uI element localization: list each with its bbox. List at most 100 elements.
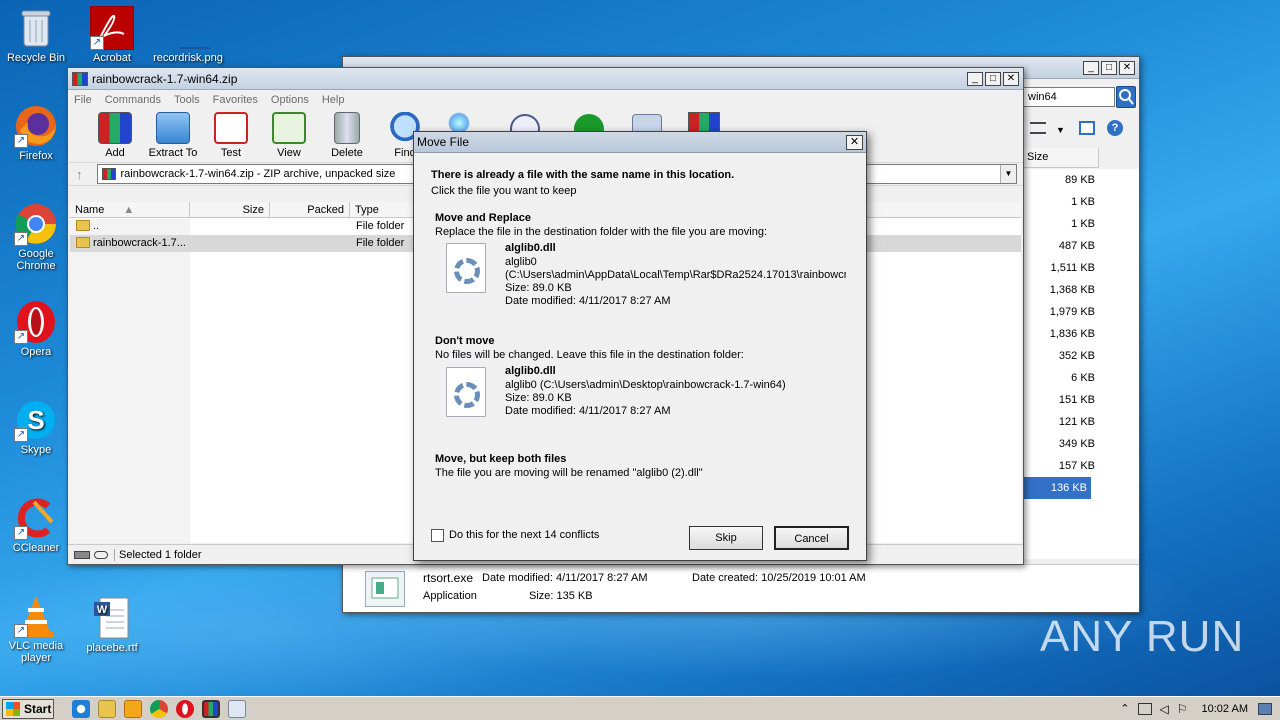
desktop-icon-chrome[interactable]: ↗ Google Chrome	[0, 202, 72, 272]
menu-options[interactable]: Options	[271, 94, 309, 106]
help-icon[interactable]: ?	[1107, 120, 1123, 136]
dont-move-option[interactable]: Don't move No files will be changed. Lea…	[428, 332, 848, 424]
dll-file-icon	[446, 243, 486, 293]
winrar-taskbar-icon[interactable]	[202, 699, 220, 718]
desktop-icon-recycle-bin[interactable]: Recycle Bin	[0, 6, 72, 64]
maximize-button[interactable]: □	[1101, 60, 1117, 75]
menu-tools[interactable]: Tools	[174, 94, 200, 106]
file-size-cell[interactable]: 151 KB	[1023, 389, 1139, 411]
minimize-button[interactable]: _	[967, 71, 983, 86]
clock[interactable]: 10:02 AM	[1202, 703, 1248, 715]
desktop-icon-ccleaner[interactable]: ↗ CCleaner	[0, 496, 72, 554]
file-size-cell[interactable]: 1 KB	[1023, 213, 1139, 235]
extract-to-button[interactable]: Extract To	[144, 110, 202, 159]
winrar-titlebar[interactable]: rainbowcrack-1.7-win64.zip _ □ ✕	[68, 68, 1023, 90]
move-and-replace-option[interactable]: Move and Replace Replace the file in the…	[428, 208, 848, 312]
file-explorer-icon[interactable]	[98, 699, 116, 718]
option-description: The file you are moving will be renamed …	[435, 467, 703, 479]
drive-icon	[74, 550, 90, 559]
conflicts-checkbox[interactable]	[431, 529, 444, 542]
menu-commands[interactable]: Commands	[105, 94, 161, 106]
details-type: Application	[423, 590, 477, 602]
close-button[interactable]: ✕	[1003, 71, 1019, 86]
search-icon[interactable]	[1116, 86, 1136, 108]
cancel-button[interactable]: Cancel	[774, 526, 849, 550]
opera-icon[interactable]	[176, 699, 194, 718]
volume-icon[interactable]: ◁	[1160, 702, 1169, 716]
dialog-subheading: Click the file you want to keep	[431, 185, 577, 197]
acrobat-icon: ↗	[89, 5, 135, 51]
recycle-bin-icon	[14, 6, 58, 50]
file-size-cell[interactable]: 1,511 KB	[1023, 257, 1139, 279]
desktop-icon-placebe[interactable]: W placebe.rtf	[76, 596, 148, 654]
desktop-icon-skype[interactable]: S ↗ Skype	[0, 398, 72, 456]
internet-explorer-icon[interactable]	[72, 699, 90, 718]
chrome-icon[interactable]	[150, 699, 168, 718]
file-size-cell[interactable]: 1,979 KB	[1023, 301, 1139, 323]
file-size-cell[interactable]: 1,368 KB	[1023, 279, 1139, 301]
column-header-size[interactable]: Size	[190, 202, 270, 217]
desktop-icon-label: CCleaner	[12, 542, 60, 554]
shortcut-arrow-icon: ↗	[14, 134, 28, 148]
file-size-cell[interactable]: 487 KB	[1023, 235, 1139, 257]
desktop-icon-firefox[interactable]: ↗ Firefox	[0, 104, 72, 162]
file-size-cell[interactable]: 136 KB	[1023, 477, 1091, 499]
menu-bar: File Commands Tools Favorites Options He…	[68, 90, 1023, 110]
action-center-flag-icon[interactable]: ⚐	[1177, 702, 1188, 716]
add-label: Add	[105, 147, 125, 159]
option-description: Replace the file in the destination fold…	[435, 226, 768, 238]
menu-help[interactable]: Help	[322, 94, 345, 106]
start-button[interactable]: Start	[2, 698, 54, 719]
view-button[interactable]: View	[260, 110, 318, 159]
desktop-icon-acrobat[interactable]: ↗ Acrobat	[76, 5, 148, 64]
test-button[interactable]: Test	[202, 110, 260, 159]
details-size: Size: 135 KB	[529, 590, 593, 602]
file-size-cell[interactable]: 89 KB	[1023, 169, 1139, 191]
dialog-titlebar[interactable]: Move File ✕	[414, 132, 866, 153]
up-arrow-icon[interactable]: ↑	[76, 167, 83, 182]
network-icon[interactable]	[1137, 702, 1152, 715]
explorer-search-input[interactable]: win64	[1023, 87, 1115, 107]
add-button[interactable]: Add	[86, 110, 144, 159]
close-button[interactable]: ✕	[846, 134, 863, 150]
details-created: Date created: 10/25/2019 10:01 AM	[692, 572, 866, 584]
move-file-dialog[interactable]: Move File ✕ There is already a file with…	[413, 131, 867, 561]
option-title: Don't move	[435, 335, 495, 347]
desktop-icon-opera[interactable]: ↗ Opera	[0, 300, 72, 358]
file-size-cell[interactable]: 349 KB	[1023, 433, 1139, 455]
keep-both-option[interactable]: Move, but keep both files The file you a…	[428, 450, 848, 484]
chevron-down-icon[interactable]: ▼	[1056, 125, 1065, 135]
file-size-cell[interactable]: 157 KB	[1023, 455, 1139, 477]
file-size-cell[interactable]: 352 KB	[1023, 345, 1139, 367]
menu-file[interactable]: File	[74, 94, 92, 106]
row-type: File folder	[356, 220, 405, 232]
column-header-packed[interactable]: Packed	[270, 202, 350, 217]
shortcut-arrow-icon: ↗	[14, 428, 28, 442]
start-label: Start	[24, 701, 52, 716]
tray-expand-icon[interactable]: ⌃	[1120, 702, 1129, 715]
show-desktop-button[interactable]	[1258, 702, 1272, 715]
anyrun-watermark: ANY RUN	[1040, 612, 1245, 661]
skip-button[interactable]: Skip	[689, 526, 763, 550]
conflicts-checkbox-label[interactable]: Do this for the next 14 conflicts	[449, 529, 599, 541]
close-button[interactable]: ✕	[1119, 60, 1135, 75]
preview-pane-icon[interactable]	[1079, 121, 1095, 135]
file-size-cell[interactable]: 6 KB	[1023, 367, 1139, 389]
desktop-icon-label: recordrisk.png	[153, 52, 223, 64]
menu-favorites[interactable]: Favorites	[213, 94, 258, 106]
size-column-header[interactable]: Size	[1023, 148, 1099, 168]
desktop-icon-vlc[interactable]: ↗ VLC media player	[0, 594, 72, 664]
media-player-icon[interactable]	[124, 699, 142, 718]
column-header-name[interactable]: Name ▲	[70, 202, 190, 217]
file-size-cell[interactable]: 121 KB	[1023, 411, 1139, 433]
file-size-cell[interactable]: 1 KB	[1023, 191, 1139, 213]
notepad-icon[interactable]	[228, 699, 246, 718]
minimize-button[interactable]: _	[1083, 60, 1099, 75]
maximize-button[interactable]: □	[985, 71, 1001, 86]
desktop-icon-recordrisk[interactable]: recordrisk.png	[152, 6, 224, 64]
delete-button[interactable]: Delete	[318, 110, 376, 159]
file-size-cell[interactable]: 1,836 KB	[1023, 323, 1139, 345]
view-options-icon[interactable]	[1030, 122, 1046, 134]
chevron-down-icon[interactable]: ▼	[1000, 165, 1016, 183]
skype-icon: S ↗	[14, 398, 58, 442]
